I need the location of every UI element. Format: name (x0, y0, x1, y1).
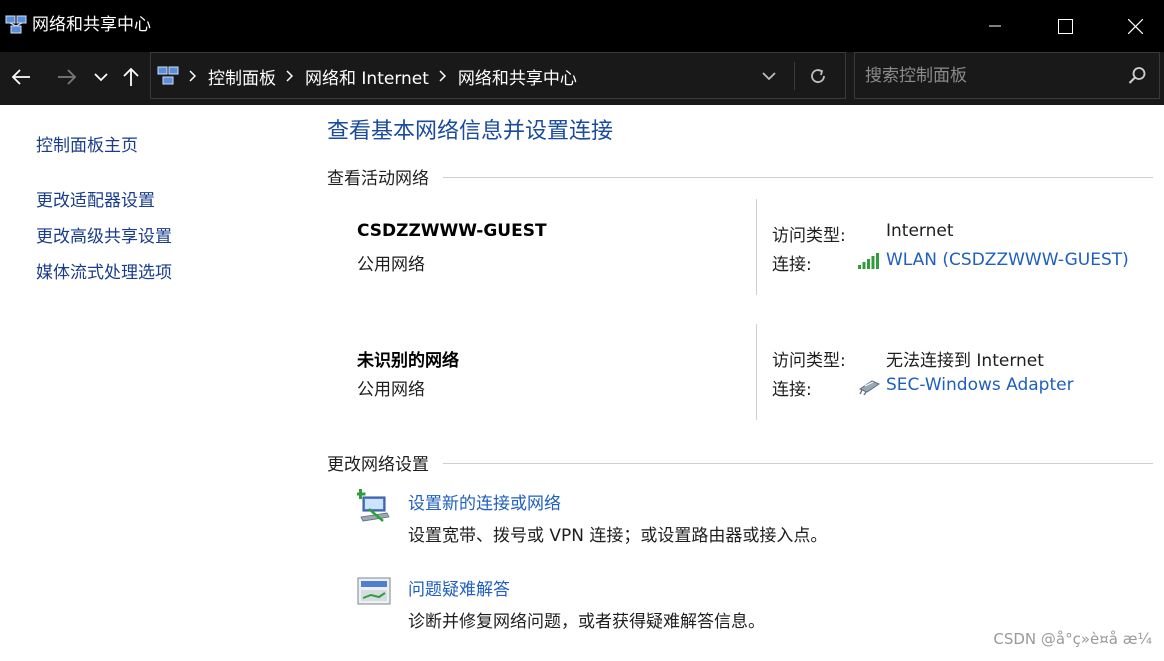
ethernet-adapter-icon (858, 380, 881, 395)
active-networks-heading: 查看活动网络 (327, 169, 429, 189)
divider (756, 199, 757, 295)
breadcrumb-separator-icon[interactable] (189, 70, 196, 82)
troubleshoot-problems-link[interactable]: 问题疑难解答 (408, 575, 510, 600)
wlan-connection-link[interactable]: WLAN (CSDZZWWW-GUEST) (886, 250, 1129, 270)
back-button[interactable] (6, 62, 36, 92)
arrow-up-icon (123, 67, 139, 86)
address-bar[interactable]: 控制面板 网络和 Internet 网络和共享中心 (150, 52, 846, 99)
breadcrumb-network-internet[interactable]: 网络和 Internet (305, 64, 429, 89)
navigation-bar: 控制面板 网络和 Internet 网络和共享中心 (0, 52, 1164, 105)
recent-locations-button[interactable] (86, 62, 116, 92)
refresh-button[interactable] (802, 61, 834, 91)
minimize-button[interactable] (960, 0, 1030, 52)
access-type-label: 访问类型: (772, 351, 846, 371)
close-button[interactable] (1100, 0, 1164, 52)
chevron-down-icon (762, 72, 776, 81)
wifi-signal-icon (858, 253, 879, 269)
breadcrumb: 控制面板 网络和 Internet 网络和共享中心 (155, 53, 577, 99)
divider (443, 177, 1153, 178)
search-box[interactable] (854, 52, 1160, 99)
new-connection-icon (357, 489, 390, 522)
network-category-link[interactable]: 公用网络 (357, 250, 425, 275)
title-bar: 网络和共享中心 (0, 0, 1164, 52)
breadcrumb-network-sharing-center[interactable]: 网络和共享中心 (458, 64, 577, 89)
arrow-left-icon (11, 69, 30, 85)
adapter-connection-link[interactable]: SEC-Windows Adapter (886, 375, 1074, 395)
network-category-link[interactable]: 公用网络 (357, 375, 425, 400)
connection-label: 连接: (772, 255, 812, 275)
setup-new-connection-link[interactable]: 设置新的连接或网络 (408, 489, 561, 514)
minimize-icon (989, 25, 1001, 27)
troubleshoot-icon (357, 577, 391, 605)
divider (794, 62, 795, 90)
breadcrumb-separator-icon[interactable] (439, 70, 446, 82)
network-name: 未识别的网络 (357, 351, 459, 371)
access-type-value: Internet (886, 221, 954, 241)
address-history-button[interactable] (754, 61, 784, 91)
arrow-right-icon (58, 69, 77, 85)
media-streaming-options-link[interactable]: 媒体流式处理选项 (36, 258, 172, 283)
page-title: 查看基本网络信息并设置连接 (327, 119, 614, 144)
up-button[interactable] (116, 62, 146, 92)
search-input[interactable] (865, 63, 1120, 89)
control-panel-icon (157, 66, 179, 85)
network-center-icon (5, 15, 27, 34)
forward-button[interactable] (52, 62, 82, 92)
control-panel-home-link[interactable]: 控制面板主页 (36, 131, 138, 156)
refresh-icon (811, 69, 825, 83)
change-advanced-sharing-link[interactable]: 更改高级共享设置 (36, 222, 172, 247)
access-type-label: 访问类型: (772, 226, 846, 246)
breadcrumb-separator-icon[interactable] (286, 70, 293, 82)
access-type-value: 无法连接到 Internet (886, 351, 1044, 371)
breadcrumb-control-panel[interactable]: 控制面板 (208, 64, 276, 89)
divider (756, 324, 757, 420)
window-title: 网络和共享中心 (32, 15, 151, 35)
task-description: 设置宽带、拨号或 VPN 连接；或设置路由器或接入点。 (408, 526, 828, 546)
task-description: 诊断并修复网络问题，或者获得疑难解答信息。 (408, 612, 765, 632)
maximize-button[interactable] (1030, 0, 1100, 52)
close-icon (1127, 18, 1143, 34)
connection-label: 连接: (772, 380, 812, 400)
divider (443, 463, 1153, 464)
change-adapter-settings-link[interactable]: 更改适配器设置 (36, 186, 155, 211)
search-icon[interactable] (1128, 66, 1147, 85)
change-settings-heading: 更改网络设置 (327, 455, 429, 475)
network-name: CSDZZWWW-GUEST (357, 221, 547, 241)
watermark: CSDN @å°ç»è¤å æ¼ (993, 630, 1152, 648)
maximize-icon (1057, 18, 1073, 34)
chevron-down-icon (94, 73, 108, 82)
